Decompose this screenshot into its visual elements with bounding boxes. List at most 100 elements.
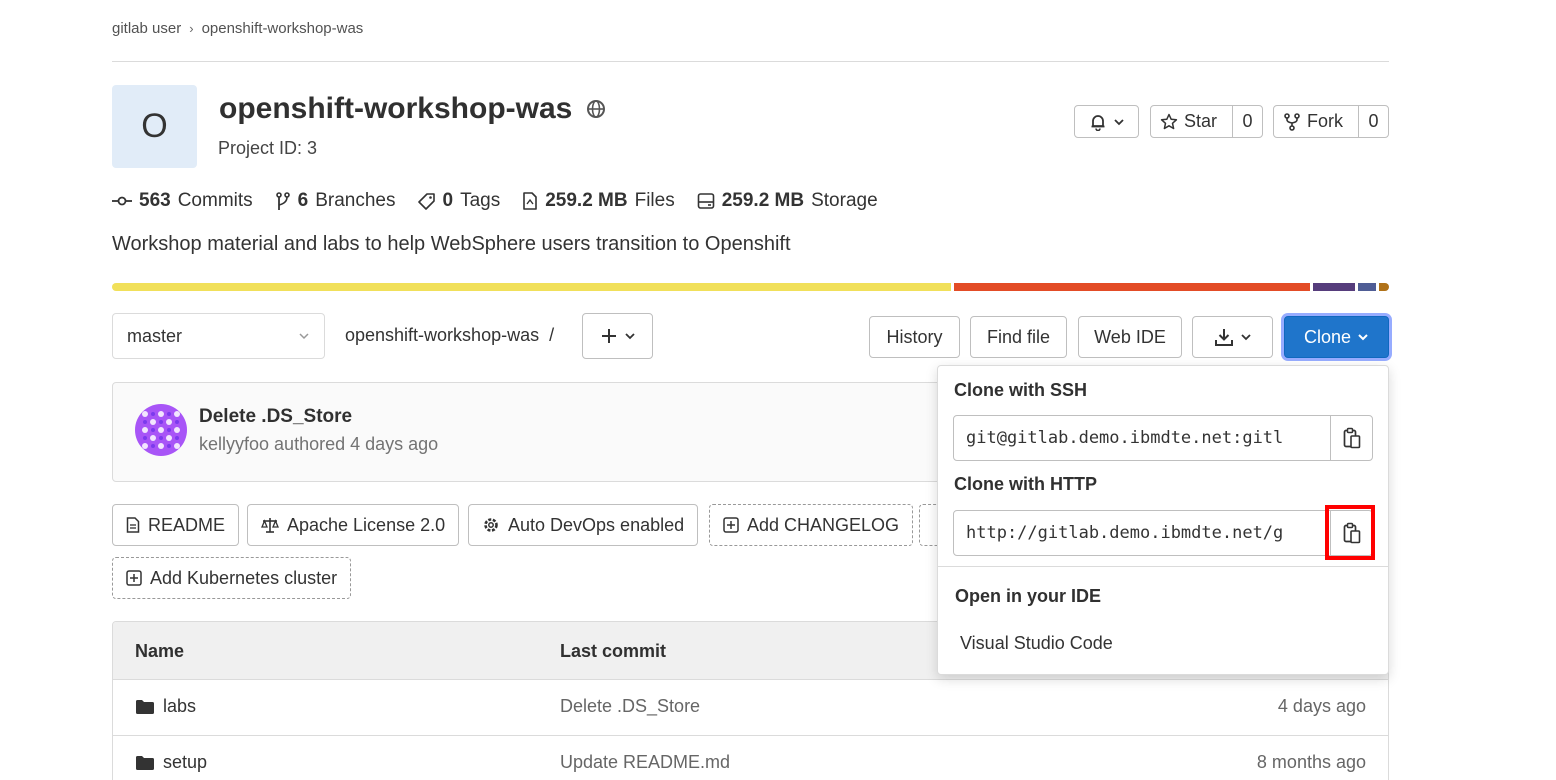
file-icon	[522, 192, 538, 210]
repository-language-bar[interactable]	[112, 283, 1389, 291]
fork-button[interactable]: Fork 0	[1273, 105, 1389, 138]
tags-link[interactable]: 0 Tags	[417, 190, 500, 212]
storage-label: Storage	[811, 190, 878, 211]
language-segment[interactable]	[1358, 283, 1376, 291]
star-action[interactable]: Star	[1151, 106, 1226, 137]
commit-author-link[interactable]: kellyyfoo	[199, 434, 269, 454]
commit-icon	[112, 194, 132, 208]
table-row[interactable]: labs Delete .DS_Store 4 days ago	[113, 680, 1388, 736]
clone-ssh-label: Clone with SSH	[954, 380, 1088, 400]
fork-label: Fork	[1307, 111, 1343, 131]
commit-meta: kellyyfoo authored 4 days ago	[199, 434, 438, 455]
commit-time: authored 4 days ago	[274, 434, 439, 454]
storage-link[interactable]: 259.2 MB Storage	[697, 190, 878, 212]
folder-icon	[135, 755, 155, 771]
globe-icon	[586, 99, 606, 119]
clone-ssh-url[interactable]: git@gitlab.demo.ibmdte.net:gitl	[954, 416, 1330, 460]
open-in-vscode-item[interactable]: Visual Studio Code	[960, 633, 1113, 654]
folder-icon	[135, 699, 155, 715]
branches-label: Branches	[315, 190, 396, 211]
scale-icon	[261, 517, 279, 533]
add-contributing-button[interactable]	[919, 504, 937, 546]
last-commit-column-header: Last commit	[560, 641, 667, 661]
plus-square-icon	[723, 517, 739, 533]
fork-icon	[1283, 112, 1301, 131]
commits-link[interactable]: 563 Commits	[112, 190, 253, 212]
clone-ssh-field[interactable]: git@gitlab.demo.ibmdte.net:gitl	[953, 415, 1373, 461]
project-name: openshift-workshop-was	[219, 92, 573, 125]
web-ide-button[interactable]: Web IDE	[1078, 316, 1182, 358]
fork-action[interactable]: Fork	[1274, 106, 1352, 137]
clipboard-icon	[1343, 427, 1361, 449]
breadcrumb-current-link[interactable]: openshift-workshop-was	[202, 20, 364, 37]
star-count[interactable]: 0	[1232, 106, 1262, 137]
add-kubernetes-cluster-button[interactable]: Add Kubernetes cluster	[112, 557, 352, 599]
file-icon	[126, 517, 140, 533]
history-button[interactable]: History	[869, 316, 960, 358]
files-link[interactable]: 259.2 MB Files	[522, 190, 675, 212]
star-icon	[1160, 113, 1178, 131]
license-button[interactable]: Apache License 2.0	[247, 504, 460, 546]
folder-name: setup	[163, 752, 208, 772]
auto-devops-button[interactable]: Auto DevOps enabled	[468, 504, 699, 546]
repo-path-link[interactable]: openshift-workshop-was	[345, 325, 539, 346]
copy-ssh-url-button[interactable]	[1330, 416, 1372, 460]
file-name-link[interactable]: labs	[135, 696, 196, 717]
storage-size: 259.2 MB	[721, 190, 805, 211]
row-commit-link[interactable]: Delete .DS_Store	[560, 696, 700, 717]
branches-link[interactable]: 6 Branches	[275, 190, 396, 212]
project-id: Project ID: 3	[218, 138, 318, 158]
license-label: Apache License 2.0	[287, 514, 446, 535]
commit-title-link[interactable]: Delete .DS_Store	[199, 406, 352, 428]
add-to-tree-button[interactable]	[582, 313, 653, 359]
repo-path: openshift-workshop-was /	[345, 325, 554, 346]
language-segment[interactable]	[954, 283, 1311, 291]
project-avatar-letter: O	[141, 107, 168, 145]
clone-label: Clone	[1303, 326, 1352, 347]
clone-http-url[interactable]: http://gitlab.demo.ibmdte.net/g	[954, 511, 1330, 555]
highlight-annotation	[1325, 505, 1375, 560]
commits-count: 563	[139, 190, 171, 211]
project-description: Workshop material and labs to help WebSp…	[112, 233, 791, 255]
language-segment[interactable]	[1313, 283, 1356, 291]
project-stats: 563 Commits 6 Branches 0 Tags 259.2 MB F…	[112, 190, 878, 212]
add-changelog-button[interactable]: Add CHANGELOG	[709, 504, 914, 546]
branch-name: master	[127, 325, 183, 346]
avatar[interactable]	[135, 404, 187, 456]
project-title: openshift-workshop-was	[219, 92, 606, 126]
clone-http-field[interactable]: http://gitlab.demo.ibmdte.net/g	[953, 510, 1373, 556]
add-changelog-label: Add CHANGELOG	[747, 514, 900, 535]
auto-devops-label: Auto DevOps enabled	[508, 514, 685, 535]
readme-button[interactable]: README	[112, 504, 240, 546]
find-file-button[interactable]: Find file	[970, 316, 1067, 358]
notification-button[interactable]	[1074, 105, 1139, 138]
branch-selector[interactable]: master	[112, 313, 325, 359]
branch-icon	[275, 191, 291, 211]
clone-dropdown-menu: Clone with SSH git@gitlab.demo.ibmdte.ne…	[937, 365, 1389, 675]
bell-icon	[1089, 113, 1107, 131]
branches-count: 6	[297, 190, 309, 211]
folder-name: labs	[163, 696, 197, 716]
table-row[interactable]: setup Update README.md 8 months ago	[113, 736, 1388, 780]
tags-count: 0	[442, 190, 454, 211]
add-kubernetes-label: Add Kubernetes cluster	[150, 567, 338, 588]
chevron-down-icon	[624, 330, 636, 342]
chevron-down-icon	[298, 330, 310, 342]
clone-http-label: Clone with HTTP	[954, 474, 1097, 494]
plus-icon	[600, 327, 618, 345]
clone-button[interactable]: Clone	[1284, 316, 1389, 358]
fork-count[interactable]: 0	[1358, 106, 1388, 137]
project-avatar[interactable]: O	[112, 85, 197, 168]
star-button[interactable]: Star 0	[1150, 105, 1263, 138]
language-segment[interactable]	[112, 283, 952, 291]
language-segment[interactable]	[1378, 283, 1389, 291]
breadcrumb-parent-link[interactable]: gitlab user	[112, 20, 181, 37]
breadcrumb: gitlab user › openshift-workshop-was	[112, 20, 363, 37]
files-size: 259.2 MB	[545, 190, 628, 211]
star-label: Star	[1183, 111, 1217, 131]
row-commit-link[interactable]: Update README.md	[560, 752, 730, 773]
download-button[interactable]	[1192, 316, 1273, 358]
commits-label: Commits	[177, 190, 253, 211]
header-divider	[112, 61, 1389, 62]
file-name-link[interactable]: setup	[135, 752, 207, 773]
